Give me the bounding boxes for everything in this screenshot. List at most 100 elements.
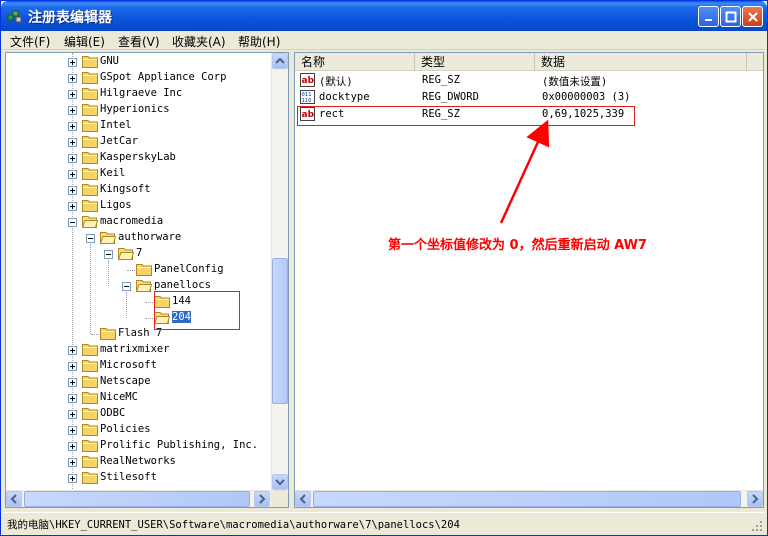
collapse-icon[interactable]	[68, 218, 77, 227]
minimize-button[interactable]	[698, 6, 719, 27]
tree-item-label: matrixmixer	[100, 343, 170, 355]
tree-item[interactable]: Hilgraeve Inc	[6, 86, 271, 102]
tree-item-label: Intel	[100, 119, 132, 131]
tree-item[interactable]: macromedia	[6, 214, 271, 230]
tree-item[interactable]: Prolific Publishing, Inc.	[6, 438, 271, 454]
tree-item[interactable]: Ligos	[6, 198, 271, 214]
expand-icon[interactable]	[68, 74, 77, 83]
tree-item-label: Hyperionics	[100, 103, 170, 115]
menu-file[interactable]: 文件(F)	[10, 33, 50, 50]
chevron-down-icon	[275, 479, 285, 486]
tree-hscroll-thumb[interactable]	[24, 491, 250, 507]
expand-icon[interactable]	[68, 186, 77, 195]
tree-item[interactable]: RealNetworks	[6, 454, 271, 470]
folder-icon	[82, 455, 98, 468]
chevron-left-icon	[10, 494, 17, 504]
maximize-icon	[725, 11, 737, 23]
status-path: 我的电脑\HKEY_CURRENT_USER\Software\macromed…	[7, 519, 460, 531]
tree-item[interactable]: Policies	[6, 422, 271, 438]
tree-item[interactable]: Kingsoft	[6, 182, 271, 198]
expand-icon[interactable]	[68, 170, 77, 179]
close-icon	[748, 12, 758, 22]
registry-values-pane[interactable]: 名称 类型 数据 ab (默认) REG_SZ (数值未设置) 011 110 d…	[294, 52, 764, 508]
tree-item[interactable]: Hyperionics	[6, 102, 271, 118]
tree-item[interactable]: NiceMC	[6, 390, 271, 406]
tree-item[interactable]: PanelConfig	[6, 262, 271, 278]
list-horizontal-scrollbar[interactable]	[295, 490, 763, 507]
tree-item[interactable]: Stilesoft	[6, 470, 271, 486]
menu-view[interactable]: 查看(V)	[118, 33, 160, 50]
tree-item[interactable]: GNU	[6, 54, 271, 70]
menu-help[interactable]: 帮助(H)	[238, 33, 280, 50]
expand-icon[interactable]	[68, 106, 77, 115]
expand-icon[interactable]	[68, 474, 77, 483]
tree-item[interactable]: Microsoft	[6, 358, 271, 374]
expand-icon[interactable]	[68, 378, 77, 387]
expand-icon[interactable]	[68, 154, 77, 163]
tree-item[interactable]: KasperskyLab	[6, 150, 271, 166]
resize-grip-icon[interactable]	[751, 520, 763, 532]
folder-icon	[82, 167, 98, 180]
tree-item-label: Netscape	[100, 375, 151, 387]
folder-icon	[82, 87, 98, 100]
folder-icon	[82, 439, 98, 452]
maximize-button[interactable]	[720, 6, 741, 27]
annotation-box-tree	[154, 291, 240, 330]
expand-icon[interactable]	[68, 362, 77, 371]
tree-item-label: Ligos	[100, 199, 132, 211]
folder-icon	[82, 407, 98, 420]
menu-edit[interactable]: 编辑(E)	[64, 33, 105, 50]
tree-item[interactable]: authorware	[6, 230, 271, 246]
window-title: 注册表编辑器	[28, 10, 112, 26]
expand-icon[interactable]	[68, 442, 77, 451]
tree-item[interactable]: Keil	[6, 166, 271, 182]
close-button[interactable]	[742, 6, 763, 27]
tree-item-label: PanelConfig	[154, 263, 224, 275]
expand-icon[interactable]	[68, 458, 77, 467]
tree-item-label: authorware	[118, 231, 182, 243]
expand-icon[interactable]	[68, 90, 77, 99]
scroll-down-button[interactable]	[272, 474, 288, 490]
title-bar[interactable]: 注册表编辑器	[1, 1, 767, 31]
tree-item[interactable]: matrixmixer	[6, 342, 271, 358]
tree-item-label: Microsoft	[100, 359, 157, 371]
collapse-icon[interactable]	[86, 234, 95, 243]
tree-item[interactable]: ODBC	[6, 406, 271, 422]
tree-item[interactable]: Intel	[6, 118, 271, 134]
scroll-right-button[interactable]	[254, 491, 270, 507]
menu-favorites[interactable]: 收藏夹(A)	[172, 33, 226, 50]
tree-item[interactable]: JetCar	[6, 134, 271, 150]
scroll-left-button[interactable]	[295, 491, 311, 507]
expand-icon[interactable]	[68, 122, 77, 131]
expand-icon[interactable]	[68, 426, 77, 435]
list-hscroll-thumb[interactable]	[313, 491, 741, 507]
folder-open-icon	[135, 279, 153, 292]
registry-tree-pane[interactable]: GNU GSpot Appliance Corp Hilgraeve Inc Hype…	[5, 52, 289, 508]
scroll-right-button[interactable]	[747, 491, 763, 507]
expand-icon[interactable]	[68, 410, 77, 419]
expand-icon[interactable]	[68, 202, 77, 211]
tree-horizontal-scrollbar[interactable]	[6, 490, 271, 507]
folder-icon	[82, 343, 98, 356]
expand-icon[interactable]	[68, 58, 77, 67]
chevron-right-icon	[259, 494, 266, 504]
tree-vscroll-thumb[interactable]	[272, 258, 288, 404]
tree-item[interactable]: 7	[6, 246, 271, 262]
collapse-icon[interactable]	[104, 250, 113, 259]
expand-icon[interactable]	[68, 138, 77, 147]
folder-icon	[82, 119, 98, 132]
scroll-left-button[interactable]	[6, 491, 22, 507]
expand-icon[interactable]	[68, 346, 77, 355]
tree-item-label: Kingsoft	[100, 183, 151, 195]
folder-icon	[136, 263, 152, 276]
tree-item-label: Keil	[100, 167, 126, 179]
chevron-up-icon	[275, 57, 285, 64]
folder-icon	[82, 183, 98, 196]
scroll-up-button[interactable]	[272, 53, 288, 69]
tree-vertical-scrollbar[interactable]	[271, 53, 288, 491]
collapse-icon[interactable]	[122, 282, 131, 291]
tree-item-label: 7	[136, 247, 143, 259]
expand-icon[interactable]	[68, 394, 77, 403]
tree-item[interactable]: GSpot Appliance Corp	[6, 70, 271, 86]
tree-item[interactable]: Netscape	[6, 374, 271, 390]
